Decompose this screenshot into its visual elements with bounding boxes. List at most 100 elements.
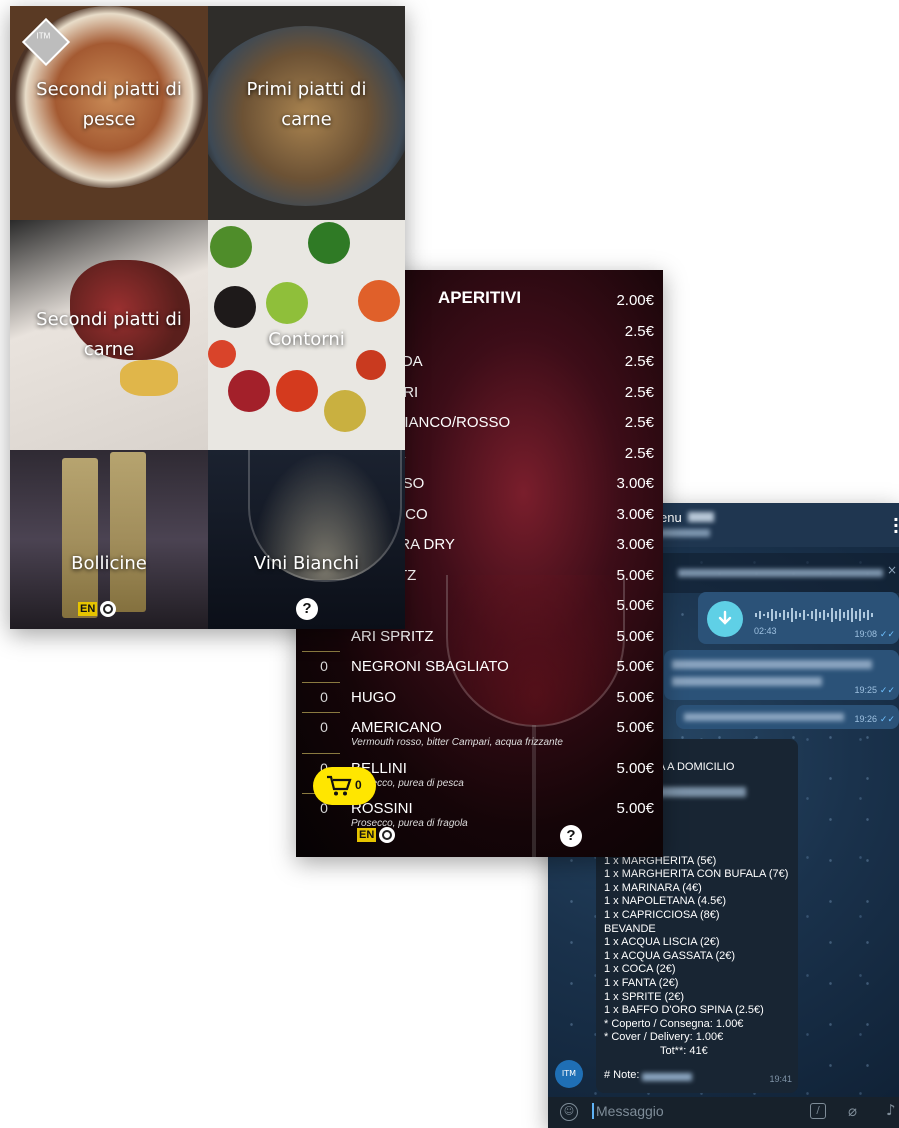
menu-item-name: HUGO (351, 688, 396, 706)
menu-item-price: 5.00€ (616, 759, 654, 777)
champagne-glass-image (62, 458, 98, 618)
menu-item-price: 2.5€ (624, 353, 654, 370)
language-label: EN (78, 602, 98, 616)
vegetable-image (210, 226, 252, 268)
message-composer: ☺ Messaggio / ⌀ ♪ (548, 1097, 899, 1128)
vegetable-image (214, 286, 256, 328)
close-icon[interactable]: × (887, 563, 897, 577)
order-line: * Cover / Delivery: 1.00€ (604, 1031, 724, 1044)
menu-item-name: AMERICANO (351, 719, 442, 736)
globe-icon (100, 601, 116, 617)
category-tile-primi-carne[interactable]: Primi piatti di carne (208, 6, 405, 220)
language-label: EN (357, 828, 377, 842)
help-button[interactable]: ? (560, 825, 582, 847)
tile-label: Vini Bianchi (253, 553, 360, 574)
quantity-stepper[interactable]: 0 (314, 719, 334, 735)
row-divider (302, 752, 340, 754)
vegetable-image (308, 222, 350, 264)
order-line: 1 x ACQUA LISCIA (2€) (604, 936, 720, 949)
menu-item-price: 5.00€ (616, 597, 654, 614)
menu-item-price: 3.00€ (616, 505, 654, 523)
chat-title: enu (660, 510, 682, 525)
menu-item[interactable]: 0 HUGO 5.00€ (296, 681, 663, 713)
message-text-redacted (684, 713, 844, 721)
redacted-text (642, 1073, 692, 1081)
cart-count: 0 (355, 778, 362, 792)
menu-item[interactable]: 0 AMERICANO Vermouth rosso, bitter Campari… (296, 712, 663, 748)
order-title: A A DOMICILIO (658, 761, 735, 773)
message-text-redacted (672, 677, 822, 686)
menu-item-price: 5.00€ (616, 800, 654, 817)
voice-message[interactable]: 02:43 19:08 ✓✓ (698, 592, 899, 644)
attach-icon[interactable]: ⌀ (848, 1102, 857, 1120)
menu-item-price: 2.5€ (624, 414, 654, 431)
menu-item-price: 3.00€ (616, 536, 654, 553)
menu-item[interactable]: 0 NEGRONI SBAGLIATO 5.00€ (296, 651, 663, 682)
champagne-glass-image (110, 452, 146, 612)
row-divider (302, 651, 340, 652)
order-line: 1 x SPRITE (2€) (604, 990, 685, 1003)
read-check-icon: ✓✓ (879, 630, 895, 640)
order-lines: SSICHE 1 x MARGHERITA (5€) 1 x MARGHERIT… (604, 841, 788, 1059)
menu-item-price: 5.00€ (616, 627, 654, 645)
potato-image (120, 360, 178, 396)
menu-item-name: ARI SPRITZ (351, 627, 434, 645)
help-button[interactable]: ? (296, 598, 318, 620)
message-input[interactable]: Messaggio (592, 1103, 664, 1119)
order-line: 1 x BAFFO D'ORO SPINA (2.5€) (604, 1004, 764, 1017)
row-divider (302, 712, 340, 713)
pinned-text-redacted (678, 569, 883, 577)
order-line: 1 x CAPRICCIOSA (8€) (604, 908, 720, 921)
menu-item-price: 5.00€ (616, 688, 654, 706)
menu-item-price: 5.00€ (616, 719, 654, 736)
cart-button[interactable]: 0 (313, 767, 376, 805)
tile-label: Secondi piatti di pesce (36, 79, 182, 130)
read-check-icon: ✓✓ (879, 715, 895, 725)
vegetable-image (276, 370, 318, 412)
chat-title-redacted (688, 512, 714, 522)
order-line: 1 x MARGHERITA CON BUFALA (7€) (604, 868, 789, 881)
language-switch[interactable]: EN (78, 601, 123, 617)
emoji-icon[interactable]: ☺ (560, 1103, 578, 1121)
menu-item-price: 2.5€ (624, 383, 654, 401)
category-tile-secondi-carne[interactable]: Secondi piatti di carne (10, 220, 208, 450)
vegetable-image (266, 282, 308, 324)
category-grid-screen: Secondi piatti di pesce Primi piatti di … (10, 6, 405, 629)
avatar[interactable]: ITM (555, 1060, 583, 1088)
order-note-label: # Note: (604, 1069, 640, 1082)
vegetable-image (324, 390, 366, 432)
message-time: 19:08 (854, 629, 877, 639)
read-check-icon: ✓✓ (879, 686, 895, 696)
chat-message[interactable]: 19:25 ✓✓ (664, 650, 899, 700)
order-line: 1 x COCA (2€) (604, 963, 676, 976)
mic-icon[interactable]: ♪ (886, 1101, 896, 1119)
order-line: 1 x MARINARA (4€) (604, 881, 702, 894)
message-time: 19:26 (854, 714, 877, 724)
category-tile-vini-bianchi[interactable]: Vini Bianchi ? (208, 450, 405, 629)
message-text-redacted (672, 660, 872, 669)
globe-icon (379, 827, 395, 843)
menu-item-price: 3.00€ (616, 475, 654, 492)
tile-label: Bollicine (71, 553, 147, 574)
order-line: 1 x FANTA (2€) (604, 976, 679, 989)
chat-subtitle-redacted (660, 529, 710, 537)
menu-dots-icon[interactable]: · · · (893, 512, 899, 540)
vegetable-image (228, 370, 270, 412)
order-line: BEVANDE (604, 922, 656, 935)
quantity-stepper[interactable]: 0 (314, 658, 334, 674)
order-line: * Coperto / Consegna: 1.00€ (604, 1017, 744, 1030)
bot-command-icon[interactable]: / (810, 1103, 826, 1119)
menu-item-description: Vermouth rosso, bitter Campari, acqua fr… (351, 737, 563, 748)
waveform (755, 608, 873, 622)
chat-message[interactable]: 19:26 ✓✓ (676, 705, 899, 729)
category-tile-contorni[interactable]: Contorni (208, 220, 405, 450)
category-tile-bollicine[interactable]: Bollicine EN (10, 450, 208, 629)
language-switch[interactable]: EN (357, 827, 402, 843)
menu-item-price: 2.5€ (624, 322, 654, 340)
tile-label: Secondi piatti di carne (36, 309, 182, 360)
menu-item-price: 2.5€ (624, 444, 654, 462)
order-total: Tot**: 41€ (660, 1044, 708, 1057)
quantity-stepper[interactable]: 0 (314, 689, 334, 705)
menu-item-name: NEGRONI SBAGLIATO (351, 658, 509, 675)
download-icon[interactable] (707, 601, 743, 637)
